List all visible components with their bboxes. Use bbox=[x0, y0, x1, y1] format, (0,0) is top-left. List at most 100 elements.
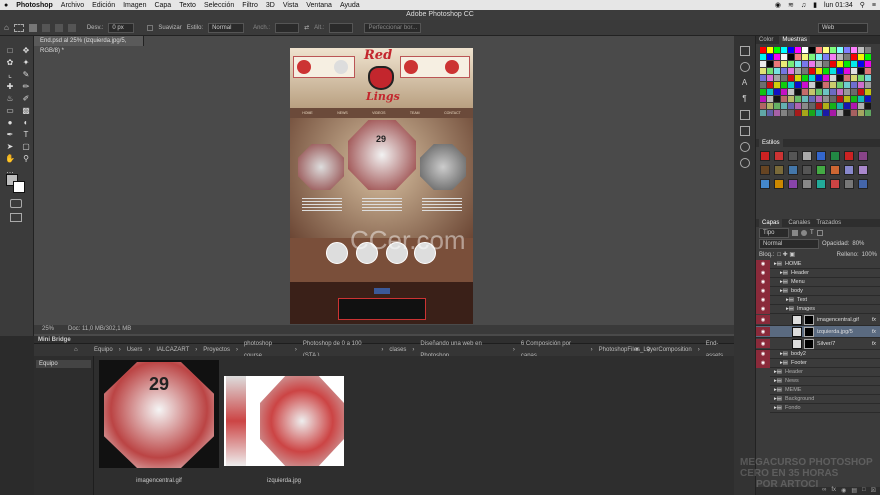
swatch[interactable] bbox=[816, 68, 822, 74]
swatch[interactable] bbox=[816, 75, 822, 81]
dodge-icon[interactable]: ◐ bbox=[19, 118, 33, 128]
battery-icon[interactable]: ▮ bbox=[813, 1, 817, 9]
style-preset[interactable] bbox=[858, 151, 868, 161]
swatch[interactable] bbox=[830, 82, 836, 88]
swatch[interactable] bbox=[844, 68, 850, 74]
swatch[interactable] bbox=[767, 96, 773, 102]
crumb-2[interactable]: IALCAZART bbox=[156, 344, 189, 356]
menu-app[interactable]: Photoshop bbox=[16, 2, 53, 9]
tab-swatches[interactable]: Muestras bbox=[779, 36, 811, 44]
doc-size[interactable]: Doc: 11,0 MB/302,1 MB bbox=[68, 325, 131, 334]
refine-edge-button[interactable]: Perfeccionar bor... bbox=[364, 22, 422, 33]
workspace-select[interactable]: Web bbox=[818, 22, 868, 33]
layer-row[interactable]: ◉ ▸▤ Text bbox=[756, 295, 880, 305]
adjustments-icon[interactable] bbox=[739, 126, 750, 136]
blend-mode-select[interactable]: Normal bbox=[759, 238, 819, 249]
swatch[interactable] bbox=[802, 96, 808, 102]
swatch[interactable] bbox=[823, 54, 829, 60]
swatch[interactable] bbox=[788, 61, 794, 67]
properties-icon[interactable] bbox=[739, 110, 750, 120]
swatch[interactable] bbox=[830, 47, 836, 53]
swatch[interactable] bbox=[830, 103, 836, 109]
swatch[interactable] bbox=[823, 89, 829, 95]
swatch[interactable] bbox=[802, 75, 808, 81]
layer-row[interactable]: ◉ imagencentral.gif fx bbox=[756, 314, 880, 326]
quick-select-icon[interactable]: ✦ bbox=[19, 58, 33, 68]
menu-texto[interactable]: Texto bbox=[179, 2, 196, 9]
fill-value[interactable]: 100% bbox=[862, 252, 877, 258]
swatch[interactable] bbox=[795, 82, 801, 88]
clock[interactable]: lun 01:34 bbox=[824, 2, 853, 9]
color-icon[interactable] bbox=[739, 158, 750, 168]
antialias-checkbox[interactable] bbox=[147, 24, 154, 31]
layer-row[interactable]: ◉ ▸▤ Menu bbox=[756, 277, 880, 287]
swatch[interactable] bbox=[865, 47, 871, 53]
swatch[interactable] bbox=[837, 96, 843, 102]
swatch[interactable] bbox=[795, 61, 801, 67]
style-preset[interactable] bbox=[844, 151, 854, 161]
swatch[interactable] bbox=[816, 54, 822, 60]
link-icon[interactable]: ∞ bbox=[822, 487, 826, 495]
type-icon[interactable]: T bbox=[19, 130, 33, 140]
layer-row[interactable]: ◉ ▸▤ Header bbox=[756, 268, 880, 278]
swatch[interactable] bbox=[844, 61, 850, 67]
healing-icon[interactable]: ✚ bbox=[3, 82, 17, 92]
swatch[interactable] bbox=[802, 68, 808, 74]
style-preset[interactable] bbox=[844, 179, 854, 189]
tab-layers[interactable]: Capas bbox=[759, 219, 783, 227]
history-brush-icon[interactable]: ✐ bbox=[19, 94, 33, 104]
swatch[interactable] bbox=[865, 96, 871, 102]
visibility-eye-icon[interactable]: ◉ bbox=[756, 358, 770, 368]
style-preset[interactable] bbox=[844, 165, 854, 175]
layer-fx-icon[interactable]: fx bbox=[872, 341, 876, 347]
swatch[interactable] bbox=[823, 110, 829, 116]
swatch[interactable] bbox=[823, 103, 829, 109]
visibility-eye-icon[interactable] bbox=[756, 385, 770, 395]
swatch[interactable] bbox=[816, 110, 822, 116]
layer-row[interactable]: ▸▤ News bbox=[756, 376, 880, 386]
swatch[interactable] bbox=[865, 54, 871, 60]
swatch[interactable] bbox=[830, 68, 836, 74]
swatch[interactable] bbox=[788, 110, 794, 116]
stamp-icon[interactable]: ♨ bbox=[3, 94, 17, 104]
apple-icon[interactable]: ● bbox=[4, 2, 8, 9]
bridge-location[interactable]: Equipo bbox=[36, 360, 91, 368]
visibility-eye-icon[interactable]: ◉ bbox=[756, 315, 770, 324]
width-input[interactable] bbox=[275, 22, 300, 33]
menu-ventana[interactable]: Ventana bbox=[306, 2, 332, 9]
bridge-home-icon[interactable]: ⌂ bbox=[74, 344, 78, 356]
swatch[interactable] bbox=[837, 89, 843, 95]
swatch[interactable] bbox=[837, 68, 843, 74]
swatch[interactable] bbox=[858, 54, 864, 60]
swatch[interactable] bbox=[774, 68, 780, 74]
feather-input[interactable]: 0 px bbox=[108, 22, 135, 33]
volume-icon[interactable]: ♫ bbox=[801, 2, 806, 9]
visibility-eye-icon[interactable]: ◉ bbox=[756, 304, 770, 314]
style-preset[interactable] bbox=[816, 165, 826, 175]
nav-team[interactable]: TEAM bbox=[410, 111, 420, 115]
swatch[interactable] bbox=[760, 68, 766, 74]
swatch[interactable] bbox=[823, 75, 829, 81]
swatch[interactable] bbox=[774, 82, 780, 88]
background-color-swatch[interactable] bbox=[13, 181, 25, 193]
swatch[interactable] bbox=[802, 61, 808, 67]
swatch[interactable] bbox=[830, 75, 836, 81]
hand-icon[interactable]: ✋ bbox=[3, 154, 17, 164]
filter-pixel-icon[interactable] bbox=[792, 229, 798, 236]
crumb-3[interactable]: Proyectos bbox=[203, 344, 230, 356]
swatch[interactable] bbox=[767, 103, 773, 109]
swatch[interactable] bbox=[837, 103, 843, 109]
wifi-icon[interactable]: ≋ bbox=[788, 1, 794, 9]
filter-shape-icon[interactable] bbox=[816, 229, 823, 236]
style-preset[interactable] bbox=[788, 151, 798, 161]
thumb-izquierda[interactable] bbox=[224, 376, 344, 466]
swatch[interactable] bbox=[795, 47, 801, 53]
canvas[interactable]: Red Lings HOME NEWS VIDEOS TEAM CONTACT … bbox=[290, 48, 473, 324]
menu-seleccion[interactable]: Selección bbox=[204, 2, 234, 9]
swatch[interactable] bbox=[809, 75, 815, 81]
style-preset[interactable] bbox=[760, 165, 770, 175]
layer-mask-thumbnail[interactable] bbox=[804, 338, 814, 349]
crumb-6[interactable]: clases bbox=[389, 344, 406, 356]
filter-icon[interactable]: ▼ bbox=[634, 344, 640, 356]
tab-channels[interactable]: Canales bbox=[788, 219, 810, 227]
